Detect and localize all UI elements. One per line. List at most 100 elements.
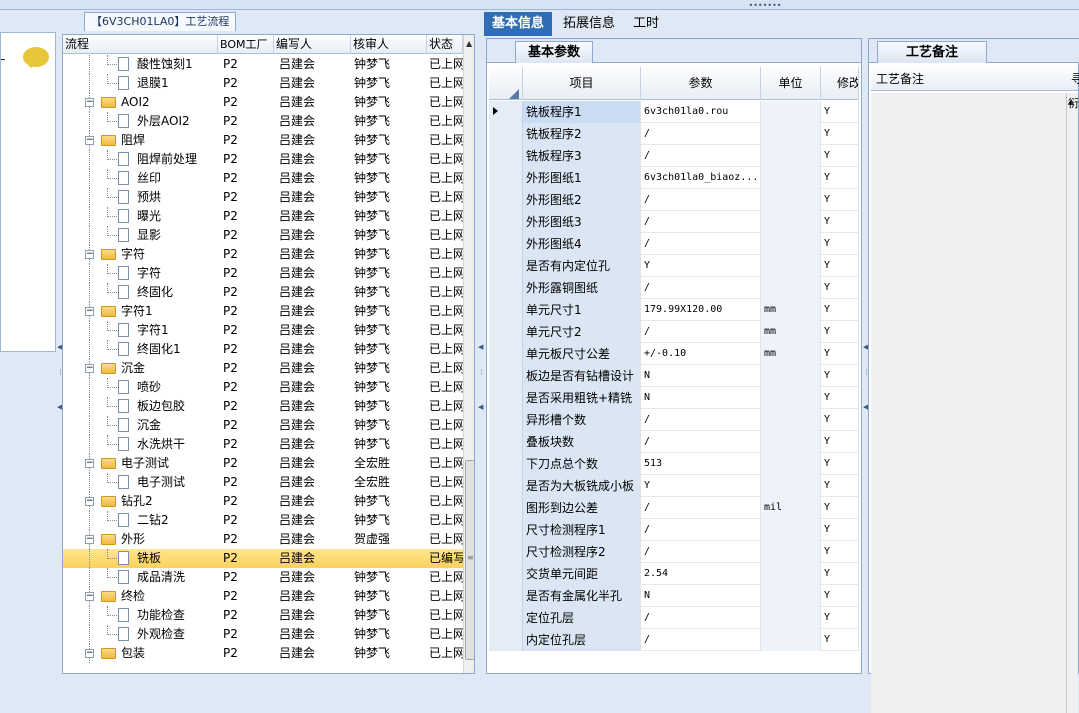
collapse-toggle-icon[interactable]: − xyxy=(85,250,94,259)
splitter-right[interactable]: ◀ ⋮ ◀ xyxy=(863,340,870,420)
param-value[interactable]: / xyxy=(641,321,761,343)
param-unit[interactable]: mm xyxy=(761,299,821,321)
param-value[interactable]: / xyxy=(641,211,761,233)
row-header[interactable] xyxy=(489,299,523,321)
param-row[interactable]: 外形图纸2/ Y xyxy=(489,189,859,211)
row-header[interactable] xyxy=(489,189,523,211)
param-unit[interactable] xyxy=(761,607,821,629)
tree-step-row[interactable]: 铣板 P2 吕建会 已编写 xyxy=(63,549,463,568)
tab-process-remark[interactable]: 工艺备注 xyxy=(877,41,988,63)
param-modify-flag[interactable]: Y xyxy=(821,431,859,453)
param-row[interactable]: 内定位孔层 / Y xyxy=(489,629,859,651)
param-row[interactable]: 板边是否有钻槽设计 N Y xyxy=(489,365,859,387)
row-header[interactable] xyxy=(489,123,523,145)
tree-folder-row[interactable]: − 外形 P2 吕建会 贺虚强 已上网 xyxy=(63,530,463,549)
collapse-toggle-icon[interactable]: − xyxy=(85,98,94,107)
param-modify-flag[interactable]: Y xyxy=(821,519,859,541)
param-row[interactable]: 铣板程序3/ Y xyxy=(489,145,859,167)
param-modify-flag[interactable]: Y xyxy=(821,299,859,321)
row-header[interactable] xyxy=(489,321,523,343)
param-row[interactable]: 铣板程序1 6v3ch01la0.rou Y xyxy=(489,101,859,123)
param-row[interactable]: 外形露铜图纸 / Y xyxy=(489,277,859,299)
tree-folder-row[interactable]: − 字符1 P2 吕建会 钟梦飞 已上网 xyxy=(63,302,463,321)
param-value[interactable]: / xyxy=(641,431,761,453)
param-modify-flag[interactable]: Y xyxy=(821,585,859,607)
row-header[interactable] xyxy=(489,607,523,629)
param-value[interactable]: 513 xyxy=(641,453,761,475)
tab-work-hours[interactable]: 工时 xyxy=(625,12,667,36)
row-header[interactable] xyxy=(489,409,523,431)
param-unit[interactable] xyxy=(761,167,821,189)
tree-step-row[interactable]: 电子测试 P2 吕建会 全宏胜 已上网 xyxy=(63,473,463,492)
param-unit[interactable]: mil xyxy=(761,497,821,519)
param-value[interactable]: N xyxy=(641,387,761,409)
param-unit[interactable] xyxy=(761,453,821,475)
tree-folder-row[interactable]: − AOI2 P2 吕建会 钟梦飞 已上网 xyxy=(63,93,463,112)
row-header[interactable] xyxy=(489,585,523,607)
param-modify-flag[interactable]: Y xyxy=(821,233,859,255)
param-modify-flag[interactable]: Y xyxy=(821,211,859,233)
tree-folder-row[interactable]: − 电子测试 P2 吕建会 全宏胜 已上网 xyxy=(63,454,463,473)
param-modify-flag[interactable]: Y xyxy=(821,541,859,563)
chat-bubble-icon[interactable] xyxy=(23,47,49,68)
param-row[interactable]: 交货单元间距 2.54 Y xyxy=(489,563,859,585)
row-header[interactable] xyxy=(489,277,523,299)
row-header[interactable] xyxy=(489,475,523,497)
param-value[interactable]: / xyxy=(641,189,761,211)
param-modify-flag[interactable]: Y xyxy=(821,365,859,387)
param-value[interactable]: N xyxy=(641,365,761,387)
tree-step-row[interactable]: 显影 P2 吕建会 钟梦飞 已上网 xyxy=(63,226,463,245)
param-row[interactable]: 图形到边公差 / mil Y xyxy=(489,497,859,519)
row-header[interactable] xyxy=(489,343,523,365)
collapse-toggle-icon[interactable]: − xyxy=(85,307,94,316)
param-unit[interactable] xyxy=(761,189,821,211)
row-header[interactable] xyxy=(489,563,523,585)
col-param[interactable]: 参数 xyxy=(641,67,761,100)
tab-extended-info[interactable]: 拓展信息 xyxy=(555,12,623,36)
tree-step-row[interactable]: 丝印 P2 吕建会 钟梦飞 已上网 xyxy=(63,169,463,188)
param-unit[interactable] xyxy=(761,475,821,497)
tree-folder-row[interactable]: − 包装 P2 吕建会 钟梦飞 已上网 xyxy=(63,644,463,663)
param-modify-flag[interactable]: Y xyxy=(821,101,859,123)
param-value[interactable]: / xyxy=(641,629,761,651)
param-modify-flag[interactable]: Y xyxy=(821,189,859,211)
param-unit[interactable] xyxy=(761,211,821,233)
tree-scrollbar[interactable]: ▲ ≡ xyxy=(463,35,474,673)
param-row[interactable]: 是否为大板铣成小板 Y Y xyxy=(489,475,859,497)
param-row[interactable]: 是否有金属化半孔 N Y xyxy=(489,585,859,607)
param-value[interactable]: 6v3ch01la0_biaoz... xyxy=(641,167,761,189)
tree-step-row[interactable]: 功能检查 P2 吕建会 钟梦飞 已上网 xyxy=(63,606,463,625)
param-unit[interactable] xyxy=(761,563,821,585)
param-modify-flag[interactable]: Y xyxy=(821,321,859,343)
tree-step-row[interactable]: 终固化 P2 吕建会 钟梦飞 已上网 xyxy=(63,283,463,302)
row-header[interactable] xyxy=(489,519,523,541)
param-value[interactable]: +/-0.10 xyxy=(641,343,761,365)
param-unit[interactable]: mm xyxy=(761,321,821,343)
param-unit[interactable] xyxy=(761,365,821,387)
param-row[interactable]: 定位孔层 / Y xyxy=(489,607,859,629)
param-unit[interactable] xyxy=(761,101,821,123)
tree-step-row[interactable]: 水洗烘干 P2 吕建会 钟梦飞 已上网 xyxy=(63,435,463,454)
splitter-grip[interactable]: ••••••• xyxy=(735,2,795,10)
param-modify-flag[interactable]: Y xyxy=(821,453,859,475)
collapse-toggle-icon[interactable]: − xyxy=(85,497,94,506)
col-item[interactable]: 项目 xyxy=(523,67,641,100)
row-header[interactable] xyxy=(489,453,523,475)
param-value[interactable]: Y xyxy=(641,475,761,497)
tree-step-row[interactable]: 字符1 P2 吕建会 钟梦飞 已上网 xyxy=(63,321,463,340)
param-value[interactable]: / xyxy=(641,233,761,255)
param-value[interactable]: 179.99X120.00 xyxy=(641,299,761,321)
row-header[interactable] xyxy=(489,431,523,453)
row-header[interactable] xyxy=(489,541,523,563)
tree-folder-row[interactable]: − 字符 P2 吕建会 钟梦飞 已上网 xyxy=(63,245,463,264)
param-modify-flag[interactable]: Y xyxy=(821,409,859,431)
tree-step-row[interactable]: 终固化1 P2 吕建会 钟梦飞 已上网 xyxy=(63,340,463,359)
scroll-up-icon[interactable]: ▲ xyxy=(466,39,472,48)
param-unit[interactable] xyxy=(761,233,821,255)
param-unit[interactable] xyxy=(761,585,821,607)
splitter-mid[interactable]: ◀ ⋮ ◀ xyxy=(478,340,485,420)
tree-step-row[interactable]: 板边包胶 P2 吕建会 钟梦飞 已上网 xyxy=(63,397,463,416)
param-row[interactable]: 单元尺寸1 179.99X120.00 mm Y xyxy=(489,299,859,321)
row-header[interactable] xyxy=(489,145,523,167)
tree-step-row[interactable]: 退膜1 P2 吕建会 钟梦飞 已上网 xyxy=(63,74,463,93)
